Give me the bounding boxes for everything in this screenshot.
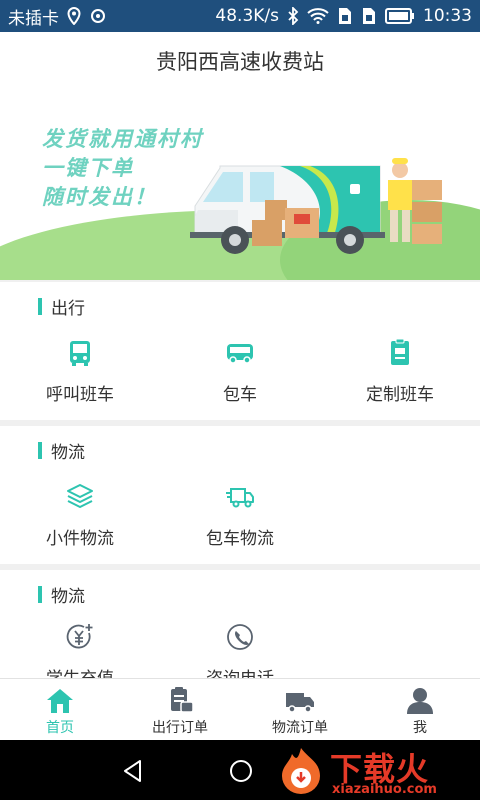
tab-me[interactable]: 我: [360, 679, 480, 740]
bluetooth-icon: [288, 7, 299, 25]
tab-label: 出行订单: [152, 720, 208, 736]
location-icon: [67, 7, 81, 25]
sim2-icon: [363, 8, 375, 24]
section-header: 出行: [38, 294, 85, 319]
battery-icon: [385, 8, 414, 24]
banner-slogan-line-2: 一键下单: [42, 156, 134, 180]
section-title: 出行: [51, 299, 85, 319]
watermark-url: xiazaihuo.com: [332, 782, 437, 797]
item-label: 包车物流: [206, 529, 274, 549]
logistics-order-icon: [286, 693, 314, 713]
section-travel: 出行 呼叫班车 包车 定制班车: [0, 282, 480, 420]
call-shuttle-button[interactable]: 呼叫班车: [10, 338, 150, 405]
section-header: 物流: [38, 582, 85, 607]
section-title: 物流: [51, 587, 85, 607]
item-label: 学生充值: [10, 664, 150, 678]
user-icon: [407, 688, 433, 714]
tab-label: 物流订单: [272, 720, 328, 736]
watermark-logo: 下载火 xiazaihuo.com: [274, 742, 474, 798]
page-header: 贵阳西高速收费站: [0, 32, 480, 90]
item-label: 定制班车: [366, 385, 434, 405]
home-icon: [47, 689, 73, 713]
section-header: 物流: [38, 438, 85, 463]
charter-logistics-button[interactable]: 包车物流: [170, 482, 310, 549]
tab-travel-orders[interactable]: 出行订单: [120, 679, 240, 740]
student-recharge-button[interactable]: 学生充值: [10, 622, 150, 678]
item-label: 呼叫班车: [46, 385, 114, 405]
section-accent-bar: [38, 298, 42, 315]
charter-bus-button[interactable]: 包车: [170, 338, 310, 405]
travel-order-icon: [171, 687, 194, 713]
banner-slogan-line-3: 随时发出！: [42, 185, 157, 209]
back-icon[interactable]: [120, 758, 146, 784]
item-label: 包车: [223, 385, 257, 405]
layers-icon: [67, 484, 93, 508]
flame-download-icon: [282, 748, 320, 794]
tab-home[interactable]: 首页: [0, 679, 120, 740]
small-parcel-button[interactable]: 小件物流: [10, 482, 150, 549]
sim1-icon: [339, 8, 351, 24]
carrier-text: 未插卡: [8, 8, 59, 29]
section-accent-bar: [38, 586, 42, 603]
eye-care-icon: [91, 9, 105, 23]
item-label: 咨询电话: [170, 664, 310, 678]
custom-bus-icon: [391, 338, 409, 365]
delivery-van-illustration: [190, 158, 442, 254]
tab-label: 首页: [46, 720, 74, 736]
section-services: 物流 学生充值 咨询电话: [0, 570, 480, 678]
home-circle-icon[interactable]: [228, 758, 254, 784]
yuan-plus-icon: [66, 624, 93, 649]
item-label: 小件物流: [46, 529, 114, 549]
tab-label: 我: [413, 720, 427, 736]
bottom-tab-bar: 首页 出行订单 物流订单 我: [0, 678, 480, 740]
custom-shuttle-button[interactable]: 定制班车: [330, 338, 470, 405]
status-bar: 未插卡 48.3K/s 10:33: [0, 0, 480, 32]
promo-banner[interactable]: 发货就用通村村 一键下单 随时发出！: [0, 90, 480, 280]
banner-slogan-line-1: 发货就用通村村: [42, 127, 203, 151]
wifi-icon: [307, 8, 329, 24]
hotline-button[interactable]: 咨询电话: [170, 622, 310, 678]
tab-logistics-orders[interactable]: 物流订单: [240, 679, 360, 740]
page-title: 贵阳西高速收费站: [156, 50, 324, 74]
section-title: 物流: [51, 443, 85, 463]
section-accent-bar: [38, 442, 42, 459]
clock: 10:33: [423, 6, 472, 26]
shuttle-bus-icon: [70, 341, 90, 366]
charter-bus-icon: [227, 344, 253, 364]
delivery-truck-icon: [226, 488, 254, 508]
section-logistics: 物流 小件物流 包车物流: [0, 426, 480, 564]
phone-icon: [227, 624, 253, 650]
network-speed: 48.3K/s: [215, 6, 279, 26]
